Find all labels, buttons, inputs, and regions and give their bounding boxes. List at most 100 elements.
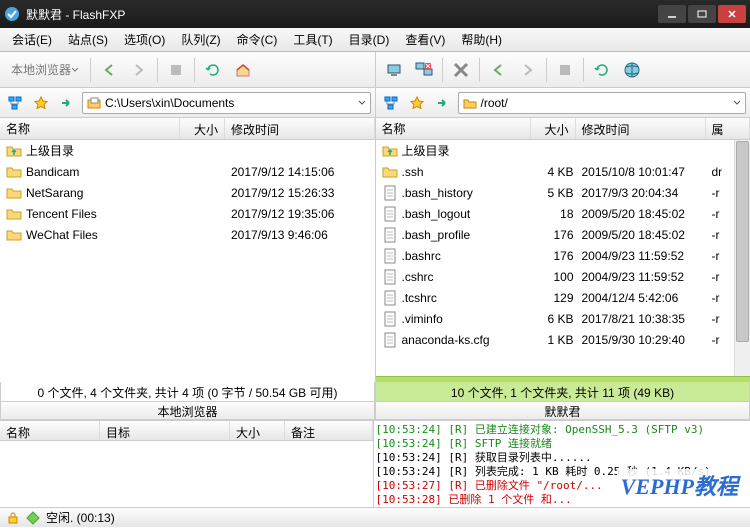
minimize-button[interactable]: [658, 5, 686, 23]
list-item[interactable]: .cshrc1002004/9/23 11:59:52-r: [376, 266, 750, 287]
list-item[interactable]: Tencent Files2017/9/12 19:35:06: [0, 203, 375, 224]
back-button-r[interactable]: [484, 56, 512, 84]
transfer-button-r[interactable]: [432, 92, 454, 114]
list-item[interactable]: .ssh4 KB2015/10/8 10:01:47dr: [376, 161, 750, 182]
maximize-button[interactable]: [688, 5, 716, 23]
pane-left: 名称 大小 修改时间 上级目录Bandicam2017/9/12 14:15:0…: [0, 118, 376, 382]
scroll-thumb[interactable]: [736, 141, 749, 342]
path-input-left[interactable]: C:\Users\xin\Documents: [82, 92, 371, 114]
window-buttons: [658, 5, 746, 23]
list-item[interactable]: .bashrc1762004/9/23 11:59:52-r: [376, 245, 750, 266]
computer-icon: [386, 62, 402, 78]
chevron-down-icon: [358, 99, 366, 107]
tree-button[interactable]: [4, 92, 26, 114]
refresh-icon: [205, 62, 221, 78]
chevron-down-icon: [71, 66, 79, 74]
menu-session[interactable]: 会话(E): [4, 28, 60, 51]
q-col-remark[interactable]: 备注: [285, 421, 373, 440]
favorite-button-r[interactable]: [406, 92, 428, 114]
home-button[interactable]: [229, 56, 257, 84]
stop-button[interactable]: [162, 56, 190, 84]
menu-commands[interactable]: 命令(C): [229, 28, 286, 51]
file-list-left[interactable]: 上级目录Bandicam2017/9/12 14:15:06NetSarang2…: [0, 140, 375, 382]
arrow-right-icon: [520, 62, 536, 78]
menu-options[interactable]: 选项(O): [116, 28, 173, 51]
path-text-left: C:\Users\xin\Documents: [105, 96, 234, 110]
col-name[interactable]: 名称: [0, 118, 180, 139]
status-right: 10 个文件, 1 个文件夹, 共计 11 项 (49 KB): [375, 382, 750, 402]
back-button[interactable]: [95, 56, 123, 84]
arrow-left-icon: [490, 62, 506, 78]
refresh-icon: [594, 62, 610, 78]
q-col-name[interactable]: 名称: [0, 421, 100, 440]
footer-idle: 空闲. (00:13): [46, 509, 115, 526]
menu-sites[interactable]: 站点(S): [60, 28, 116, 51]
list-item[interactable]: NetSarang2017/9/12 15:26:33: [0, 182, 375, 203]
abort-button[interactable]: [447, 56, 475, 84]
col-attr[interactable]: 属: [706, 118, 750, 139]
menu-bar: 会话(E) 站点(S) 选项(O) 队列(Z) 命令(C) 工具(T) 目录(D…: [0, 28, 750, 52]
tree-button-r[interactable]: [380, 92, 402, 114]
watermark: VEPHP教程: [617, 469, 742, 501]
star-icon: [34, 96, 48, 110]
refresh-button[interactable]: [199, 56, 227, 84]
list-item[interactable]: Bandicam2017/9/12 14:15:06: [0, 161, 375, 182]
list-item[interactable]: anaconda-ks.cfg1 KB2015/9/30 10:29:40-r: [376, 329, 750, 350]
lock-icon: [6, 511, 20, 525]
menu-help[interactable]: 帮助(H): [453, 28, 510, 51]
computers-disconnect-icon: [415, 61, 433, 79]
refresh-button-r[interactable]: [588, 56, 616, 84]
list-item[interactable]: .tcshrc1292004/12/4 5:42:06-r: [376, 287, 750, 308]
menu-queue[interactable]: 队列(Z): [173, 28, 228, 51]
path-row: C:\Users\xin\Documents /root/: [0, 88, 750, 118]
footer: 空闲. (00:13): [0, 507, 750, 527]
transfer-button[interactable]: [56, 92, 78, 114]
title-bar: 默默君 - FlashFXP: [0, 0, 750, 28]
status-line: 0 个文件, 4 个文件夹, 共计 4 项 (0 字节 / 50.54 GB 可…: [0, 382, 750, 402]
up-dir[interactable]: 上级目录: [0, 140, 375, 161]
path-input-right[interactable]: /root/: [458, 92, 747, 114]
list-item[interactable]: .bash_history5 KB2017/9/3 20:04:34-r: [376, 182, 750, 203]
forward-button[interactable]: [125, 56, 153, 84]
col-size[interactable]: 大小: [180, 118, 225, 139]
menu-tools[interactable]: 工具(T): [285, 28, 340, 51]
list-item[interactable]: .viminfo6 KB2017/8/21 10:38:35-r: [376, 308, 750, 329]
globe-icon: [623, 61, 641, 79]
local-browser-label[interactable]: 本地浏览器: [4, 56, 86, 84]
path-text-right: /root/: [481, 96, 508, 110]
list-item[interactable]: .bash_logout182009/5/20 18:45:02-r: [376, 203, 750, 224]
favorite-button[interactable]: [30, 92, 52, 114]
disconnect-button[interactable]: [410, 56, 438, 84]
q-col-size[interactable]: 大小: [230, 421, 285, 440]
star-icon: [410, 96, 424, 110]
q-col-target[interactable]: 目标: [100, 421, 230, 440]
toolbar-row: 本地浏览器: [0, 52, 750, 88]
stop-icon: [558, 63, 572, 77]
col-name[interactable]: 名称: [376, 118, 531, 139]
list-item[interactable]: WeChat Files2017/9/13 9:46:06: [0, 224, 375, 245]
folder-docs-icon: [87, 96, 101, 110]
menu-directory[interactable]: 目录(D): [341, 28, 398, 51]
globe-button[interactable]: [618, 56, 646, 84]
list-item[interactable]: .bash_profile1762009/5/20 18:45:02-r: [376, 224, 750, 245]
up-dir[interactable]: 上级目录: [376, 140, 750, 161]
bottom-split: 名称 目标 大小 备注 [10:53:24] [R] 已建立连接对象: Open…: [0, 420, 750, 507]
path-left: C:\Users\xin\Documents: [0, 88, 375, 117]
chevron-down-icon: [733, 99, 741, 107]
scrollbar[interactable]: [734, 140, 750, 376]
col-size[interactable]: 大小: [531, 118, 576, 139]
arrow-left-icon: [101, 62, 117, 78]
arrow-right-green-icon: [436, 96, 450, 110]
col-date[interactable]: 修改时间: [576, 118, 706, 139]
stop-button-r[interactable]: [551, 56, 579, 84]
forward-button-r[interactable]: [514, 56, 542, 84]
col-date[interactable]: 修改时间: [225, 118, 375, 139]
log-pane[interactable]: [10:53:24] [R] 已建立连接对象: OpenSSH_5.3 (SFT…: [374, 421, 750, 507]
toolbar-right: [375, 52, 750, 87]
close-button[interactable]: [718, 5, 746, 23]
file-list-right[interactable]: 上级目录 .ssh4 KB2015/10/8 10:01:47dr.bash_h…: [376, 140, 750, 376]
computer-icon-button[interactable]: [380, 56, 408, 84]
menu-view[interactable]: 查看(V): [397, 28, 453, 51]
diamond-icon: [26, 511, 40, 525]
folder-icon: [463, 96, 477, 110]
